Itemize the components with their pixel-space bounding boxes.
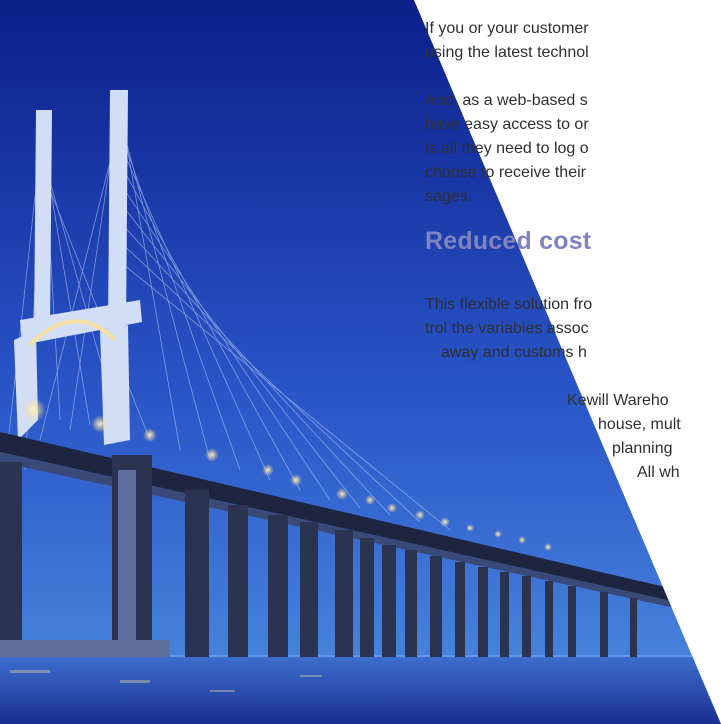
document-page: If you or your customer using the latest… [0, 0, 721, 724]
paragraph-solution-line-2: trol the variables assoc [425, 320, 589, 337]
paragraph-web-line-4: choose to receive their [425, 164, 586, 181]
paragraph-kewill-line-2: house, mult [598, 416, 681, 433]
paragraph-web-line-2: have easy access to or [425, 116, 589, 133]
paragraph-intro-line-1: If you or your customer [425, 20, 589, 37]
paragraph-web-line-5: sages. [425, 188, 473, 205]
section-heading: Reduced cost [425, 227, 592, 255]
paragraph-solution-line-3: away and customs h [441, 344, 587, 361]
paragraph-web-line-3: is all they need to log o [425, 140, 589, 157]
paragraph-solution-line-1: This flexible solution fro [425, 296, 593, 313]
bridge-illustration [0, 0, 721, 724]
paragraph-kewill-line-1: Kewill Wareho [567, 392, 669, 409]
paragraph-intro-line-2: using the latest technol [425, 44, 589, 61]
paragraph-kewill-line-4: All wh [637, 464, 680, 481]
bridge-photo [0, 0, 721, 724]
paragraph-web-line-1: And, as a web-based s [425, 92, 588, 109]
paragraph-kewill-line-3: planning [612, 440, 673, 457]
